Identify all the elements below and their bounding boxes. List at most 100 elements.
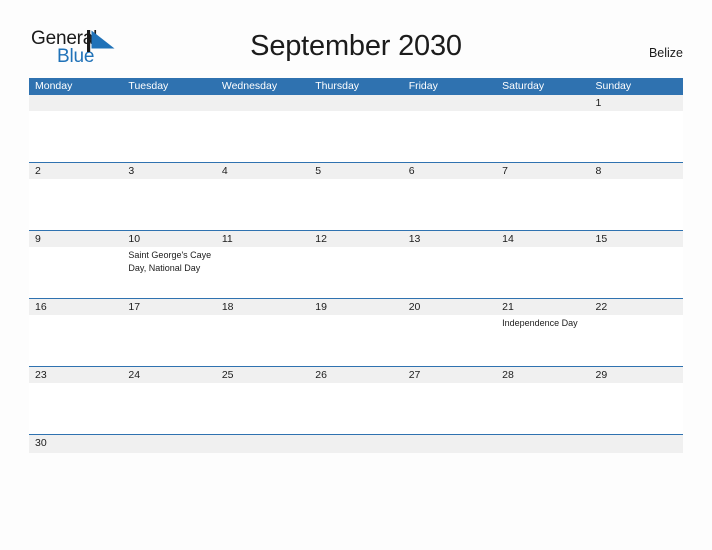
calendar-day-number: 6 [408,165,415,177]
calendar-day-number: 25 [221,369,234,381]
calendar-week-row: 2 3 4 5 6 7 8 [29,162,683,230]
calendar-day-cell-empty [122,95,215,162]
calendar-day-cell-empty [590,435,683,453]
calendar-day-number: 8 [595,165,602,177]
calendar-day-cell[interactable]: 27 [403,367,496,434]
calendar-day-number: 14 [502,233,514,245]
calendar-day-number: 22 [595,301,608,313]
calendar-day-number: 26 [315,369,327,381]
calendar-day-cell[interactable]: 3 [122,163,215,230]
calendar-day-cell[interactable]: 6 [403,163,496,230]
calendar-day-number: 17 [128,301,141,313]
weekday-header-tuesday: Tuesday [128,80,169,92]
calendar-day-cell[interactable]: 1 [590,95,683,162]
calendar-day-cell[interactable]: 14 [496,231,589,298]
calendar-day-cell[interactable]: 28 [496,367,589,434]
calendar-day-number: 30 [35,437,47,449]
calendar-day-cell[interactable]: 26 [309,367,402,434]
calendar-day-number: 21 [502,301,514,313]
calendar-day-cell[interactable]: 5 [309,163,402,230]
calendar-day-number: 9 [35,233,41,245]
weekday-header-friday: Friday [408,80,438,92]
calendar-week-row: 1 [29,95,683,162]
calendar-day-number: 19 [315,301,327,313]
calendar-day-number: 18 [221,301,234,313]
calendar-week-row: 23 24 25 26 27 28 29 [29,366,683,434]
calendar-day-number: 5 [315,165,322,177]
calendar-day-cell[interactable]: 22 [590,299,683,366]
calendar-day-number: 23 [35,369,47,381]
calendar-day-cell-empty [496,95,589,162]
page-header: General Blue September 2030 Belize [0,0,712,78]
calendar-day-number: 7 [502,165,508,177]
calendar-day-cell[interactable]: 20 [403,299,496,366]
calendar-week-inner: 1 [29,95,683,162]
weekday-header-monday: Monday [35,80,73,92]
calendar-day-number: 28 [502,369,514,381]
calendar-day-number: 20 [408,301,421,313]
calendar-day-number: 4 [221,165,228,177]
calendar-day-cell[interactable]: 17 [122,299,215,366]
calendar-day-cell[interactable]: 16 [29,299,122,366]
weekday-header-row: Monday Tuesday Wednesday Thursday Friday… [29,78,683,95]
calendar-week-row: 16 17 18 19 20 21 Independence Day 22 [29,298,683,366]
calendar-day-cell[interactable]: 7 [496,163,589,230]
calendar-day-number: 29 [595,369,608,381]
weekday-header-sunday: Sunday [595,80,632,92]
calendar-day-number: 2 [35,165,41,177]
calendar-day-cell[interactable]: 29 [590,367,683,434]
calendar-day-number: 24 [128,369,141,381]
calendar-day-number: 1 [595,97,602,109]
calendar-day-cell[interactable]: 13 [403,231,496,298]
region-label: Belize [648,46,683,60]
calendar-day-cell[interactable]: 9 [29,231,122,298]
calendar-day-cell[interactable]: 2 [29,163,122,230]
calendar-day-cell[interactable]: 21 Independence Day [496,299,589,366]
weekday-header-thursday: Thursday [315,80,360,92]
calendar-day-number: 3 [128,165,135,177]
calendar-day-number: 12 [315,233,327,245]
calendar-day-cell-empty [29,95,122,162]
calendar-day-cell[interactable]: 25 [216,367,309,434]
calendar-day-number: 11 [221,233,233,245]
calendar-day-cell[interactable]: 15 [590,231,683,298]
calendar-day-cell-empty [403,95,496,162]
calendar-week-inner: 30 [29,435,683,453]
calendar-day-number: 10 [128,233,141,245]
page-title: September 2030 [250,30,462,62]
calendar-day-number: 27 [408,369,421,381]
calendar-week-inner: 23 24 25 26 27 28 29 [29,367,683,434]
calendar-day-cell-empty [216,95,309,162]
calendar-day-cell-empty [216,435,309,453]
calendar-day-cell-empty [403,435,496,453]
calendar-day-cell[interactable]: 8 [590,163,683,230]
weekday-header-wednesday: Wednesday [221,80,278,92]
calendar-day-cell[interactable]: 23 [29,367,122,434]
calendar-day-cell[interactable]: 19 [309,299,402,366]
calendar-day-number: 13 [408,233,421,245]
calendar-week-inner: 2 3 4 5 6 7 8 [29,163,683,230]
calendar-day-cell[interactable]: 10 Saint George's Caye Day, National Day [122,231,215,298]
calendar-day-number: 16 [35,301,47,313]
calendar-grid: Monday Tuesday Wednesday Thursday Friday… [29,78,683,453]
calendar-week-row: 30 [29,434,683,453]
calendar-day-cell-empty [122,435,215,453]
calendar-day-number: 15 [595,233,608,245]
calendar-weeks: 1 2 3 4 5 6 7 8 9 10 Saint George's Caye Day, Nati… [29,95,683,453]
calendar-day-cell[interactable]: 11 [216,231,309,298]
calendar-day-cell[interactable]: 4 [216,163,309,230]
calendar-week-row: 9 10 Saint George's Caye Day, National Day… [29,230,683,298]
calendar-day-cell[interactable]: 18 [216,299,309,366]
calendar-day-cell-empty [309,435,402,453]
weekday-header-saturday: Saturday [502,80,545,92]
calendar-day-cell[interactable]: 12 [309,231,402,298]
calendar-day-event: Independence Day [502,318,578,328]
calendar-day-cell-empty [309,95,402,162]
calendar-day-cell[interactable]: 30 [29,435,122,453]
calendar-week-inner: 9 10 Saint George's Caye Day, National Day… [29,231,683,298]
calendar-day-cell[interactable]: 24 [122,367,215,434]
calendar-day-cell-empty [496,435,589,453]
calendar-day-event: Saint George's Caye Day, National Day [128,250,212,273]
calendar-page: General Blue September 2030 Belize Monda… [0,0,712,550]
calendar-week-inner: 16 17 18 19 20 21 Independence Day 22 [29,299,683,366]
